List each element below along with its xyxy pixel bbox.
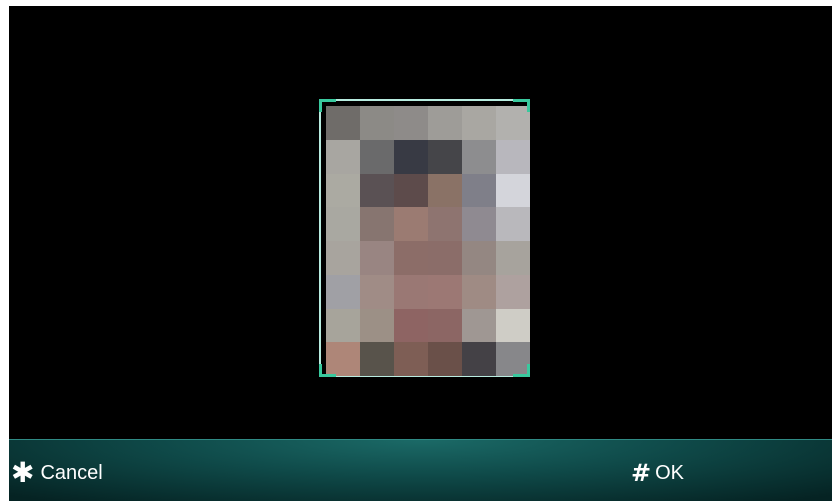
camera-crop-screen: ✱ Cancel # OK — [9, 6, 832, 501]
mosaic-cell — [496, 241, 530, 275]
mosaic-cell — [462, 241, 496, 275]
mosaic-cell — [394, 241, 428, 275]
crop-corner-bottom-left — [319, 364, 336, 377]
mosaic-cell — [428, 274, 462, 309]
hash-icon: # — [631, 459, 652, 487]
photo-preview-frame — [319, 99, 530, 377]
ok-label: OK — [655, 462, 685, 484]
mosaic-cell — [326, 274, 360, 309]
mosaic-cell — [394, 308, 428, 343]
mosaic-cell — [496, 139, 530, 174]
mosaic-cell — [462, 139, 496, 174]
mosaic-cell — [326, 139, 360, 174]
mosaic-cell — [428, 308, 462, 343]
mosaic-cell — [394, 139, 428, 174]
mosaic-cell — [462, 274, 496, 309]
mosaic-cell — [360, 342, 394, 376]
mosaic-cell — [360, 106, 394, 140]
mosaic-cell — [496, 308, 530, 343]
cancel-label: Cancel — [40, 462, 103, 484]
softkey-bar: ✱ Cancel # OK — [9, 439, 832, 501]
mosaic-cell — [428, 106, 462, 140]
pixelated-photo — [326, 106, 530, 376]
mosaic-cell — [462, 106, 496, 140]
asterisk-icon: ✱ — [11, 456, 35, 489]
mosaic-cell — [496, 274, 530, 309]
mosaic-cell — [496, 173, 530, 208]
mosaic-cell — [394, 106, 428, 140]
cancel-softkey[interactable]: ✱ Cancel — [11, 458, 103, 488]
mosaic-cell — [462, 173, 496, 208]
mosaic-cell — [360, 308, 394, 343]
mosaic-cell — [428, 207, 462, 241]
mosaic-cell — [394, 342, 428, 376]
ok-softkey[interactable]: # OK — [631, 458, 684, 488]
mosaic-cell — [462, 342, 496, 376]
mosaic-cell — [360, 173, 394, 208]
mosaic-cell — [326, 241, 360, 275]
mosaic-cell — [394, 173, 428, 208]
crop-corner-bottom-right — [513, 364, 530, 377]
mosaic-cell — [394, 274, 428, 309]
crop-corner-top-left — [319, 99, 336, 112]
mosaic-cell — [462, 308, 496, 343]
mosaic-cell — [394, 207, 428, 241]
mosaic-cell — [428, 241, 462, 275]
mosaic-cell — [462, 207, 496, 241]
crop-corner-top-right — [513, 99, 530, 112]
mosaic-cell — [326, 173, 360, 208]
mosaic-cell — [428, 139, 462, 174]
mosaic-cell — [496, 207, 530, 241]
mosaic-cell — [360, 241, 394, 275]
mosaic-cell — [360, 139, 394, 174]
mosaic-cell — [360, 274, 394, 309]
mosaic-cell — [428, 173, 462, 208]
mosaic-cell — [326, 308, 360, 343]
mosaic-cell — [360, 207, 394, 241]
mosaic-cell — [428, 342, 462, 376]
mosaic-cell — [326, 207, 360, 241]
